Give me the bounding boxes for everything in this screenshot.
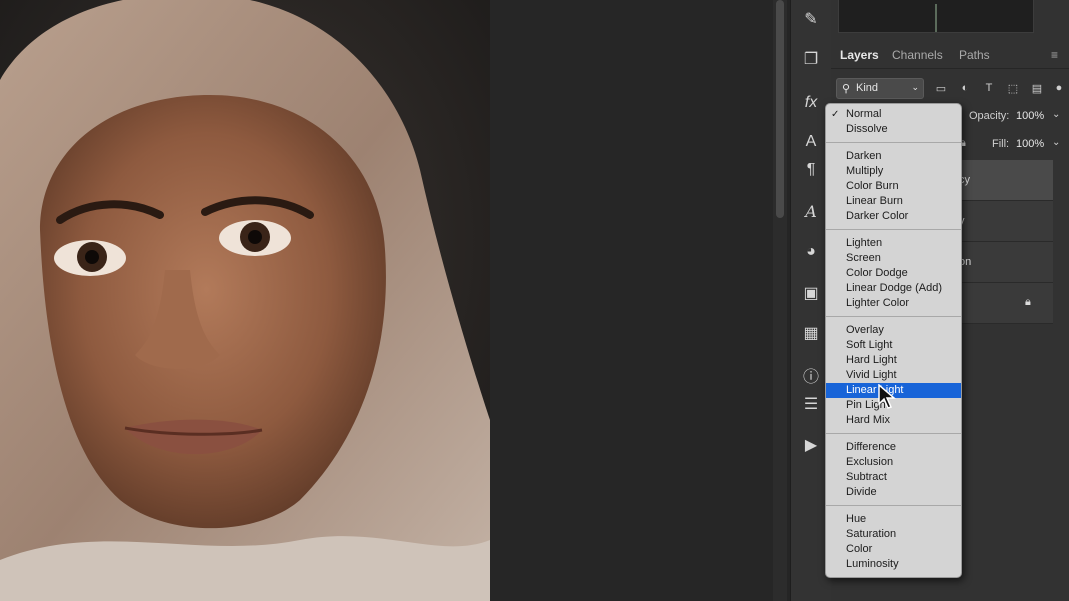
fill-value[interactable]: 100%: [1016, 138, 1044, 150]
opacity-label: Opacity:: [969, 110, 1010, 122]
portrait-photo: [0, 0, 490, 601]
blend-mode-label: Exclusion: [846, 456, 894, 468]
blend-mode-item[interactable]: ✓ Normal: [826, 107, 961, 122]
layer-lock-icon: 🔒︎: [1025, 296, 1031, 308]
blend-mode-item[interactable]: Exclusion: [826, 455, 961, 470]
blend-mode-label: Dissolve: [846, 123, 888, 135]
blend-mode-label: Soft Light: [846, 339, 893, 351]
histogram-preview: [838, 0, 1034, 33]
blend-mode-label: Linear Dodge (Add): [846, 282, 943, 294]
tab-layers[interactable]: Layers: [840, 48, 879, 62]
smart-object-filter-icon[interactable]: ▤: [1029, 80, 1045, 96]
blend-mode-item[interactable]: Dissolve: [826, 122, 961, 137]
panel-menu-icon[interactable]: ≡: [1051, 48, 1058, 62]
histogram-graph: [935, 4, 937, 32]
blend-mode-label: Screen: [846, 252, 881, 264]
blend-mode-item[interactable]: Divide: [826, 485, 961, 500]
blend-mode-label: Hard Light: [846, 354, 897, 366]
blend-mode-item[interactable]: Color: [826, 542, 961, 557]
menu-separator: [826, 505, 961, 506]
menu-separator: [826, 316, 961, 317]
image-canvas[interactable]: [0, 0, 490, 601]
blend-mode-label: Hue: [846, 513, 867, 525]
blend-mode-item[interactable]: Saturation: [826, 527, 961, 542]
panel-scroll-marker: [1054, 0, 1069, 32]
filter-kind-label: Kind: [856, 82, 879, 94]
checkmark-icon: ✓: [831, 109, 840, 120]
blend-mode-label: Color: [846, 543, 873, 555]
blend-mode-item[interactable]: Vivid Light: [826, 368, 961, 383]
tab-divider: [831, 68, 1069, 69]
layers-tabs: Layers Channels Paths ≡: [831, 42, 1069, 68]
blend-mode-label: Saturation: [846, 528, 897, 540]
type-filter-icon[interactable]: T: [981, 80, 997, 96]
blend-mode-label: Darker Color: [846, 210, 909, 222]
mouse-cursor-icon: [878, 384, 896, 409]
shape-filter-icon[interactable]: ⬚: [1005, 80, 1021, 96]
menu-separator: [826, 433, 961, 434]
blend-mode-item[interactable]: Linear Dodge (Add): [826, 281, 961, 296]
blend-mode-label: Multiply: [846, 165, 884, 177]
blend-mode-label: Overlay: [846, 324, 884, 336]
blend-mode-label: Difference: [846, 441, 896, 453]
blend-mode-item[interactable]: Darker Color: [826, 209, 961, 224]
blend-mode-item[interactable]: Difference: [826, 440, 961, 455]
blend-mode-label: Linear Burn: [846, 195, 903, 207]
opacity-chevron-icon[interactable]: ⌄: [1052, 109, 1060, 120]
blend-mode-label: Vivid Light: [846, 369, 897, 381]
blend-mode-menu[interactable]: ✓ Normal Dissolve Darken Multiply Color Burn L…: [825, 103, 962, 578]
menu-separator: [826, 229, 961, 230]
tab-paths[interactable]: Paths: [959, 48, 990, 62]
blend-mode-item[interactable]: Screen: [826, 251, 961, 266]
filter-toggle-icon[interactable]: ●: [1051, 80, 1067, 96]
blend-mode-item[interactable]: Linear Burn: [826, 194, 961, 209]
menu-separator: [826, 142, 961, 143]
blend-mode-item[interactable]: Hue: [826, 512, 961, 527]
chevron-down-icon: ⌄: [911, 82, 919, 92]
scrollbar-thumb[interactable]: [776, 0, 784, 218]
opacity-value[interactable]: 100%: [1016, 110, 1044, 122]
blend-mode-item[interactable]: Multiply: [826, 164, 961, 179]
blend-mode-label: Luminosity: [846, 558, 899, 570]
blend-mode-item[interactable]: Luminosity: [826, 557, 961, 572]
brush-settings-icon[interactable]: ✎: [791, 4, 831, 34]
tab-channels[interactable]: Channels: [892, 48, 943, 62]
blend-mode-item[interactable]: Color Burn: [826, 179, 961, 194]
blend-mode-label: Subtract: [846, 471, 887, 483]
blend-mode-item[interactable]: Hard Mix: [826, 413, 961, 428]
blend-mode-item[interactable]: Overlay: [826, 323, 961, 338]
blend-mode-item[interactable]: Subtract: [826, 470, 961, 485]
fill-chevron-icon[interactable]: ⌄: [1052, 137, 1060, 148]
canvas-pasteboard: [490, 0, 773, 601]
blend-mode-item[interactable]: Color Dodge: [826, 266, 961, 281]
adjustment-filter-icon[interactable]: ◐: [957, 80, 973, 96]
blend-mode-item[interactable]: Soft Light: [826, 338, 961, 353]
blend-mode-label: Darken: [846, 150, 882, 162]
search-icon: ⚲: [842, 83, 851, 95]
blend-mode-label: Color Dodge: [846, 267, 908, 279]
blend-mode-item[interactable]: Lighter Color: [826, 296, 961, 311]
blend-mode-label: Color Burn: [846, 180, 899, 192]
blend-mode-label: Hard Mix: [846, 414, 891, 426]
blend-mode-label: Normal: [846, 108, 882, 120]
clone-source-icon[interactable]: ❐: [791, 44, 831, 74]
fill-label: Fill:: [992, 138, 1010, 150]
image-filter-icon[interactable]: ▭: [933, 80, 949, 96]
blend-mode-item[interactable]: Darken: [826, 149, 961, 164]
blend-mode-label: Divide: [846, 486, 877, 498]
blend-mode-label: Lighten: [846, 237, 883, 249]
blend-mode-label: Lighter Color: [846, 297, 909, 309]
blend-mode-item[interactable]: Hard Light: [826, 353, 961, 368]
filter-kind-dropdown[interactable]: ⚲ Kind ⌄: [836, 78, 924, 99]
blend-mode-item[interactable]: Lighten: [826, 236, 961, 251]
